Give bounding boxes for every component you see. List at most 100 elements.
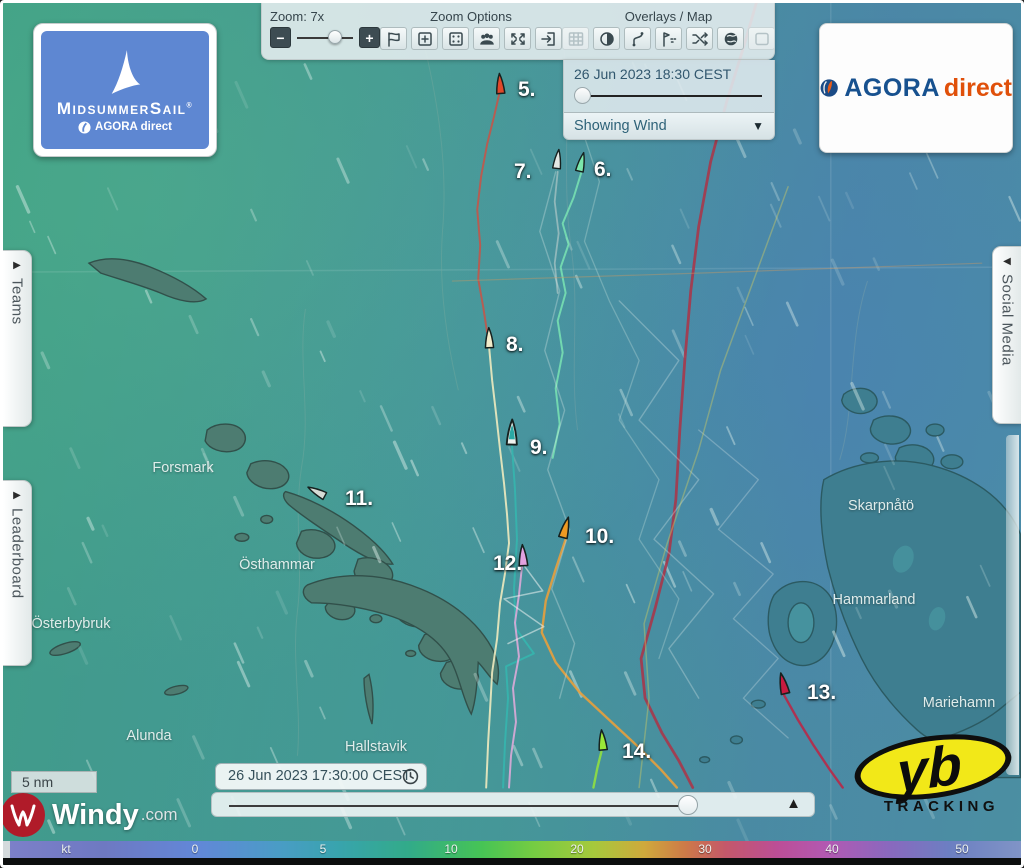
track-faint-orange (452, 263, 981, 281)
overlay-mode-dropdown[interactable]: Showing Wind ▼ (564, 112, 774, 139)
boat-marker[interactable] (518, 544, 528, 565)
track-boat5 (477, 90, 500, 332)
boat-marker[interactable] (495, 73, 505, 94)
midsummersail-title: MidsummerSail® (57, 99, 193, 119)
boat-marker[interactable] (306, 484, 326, 500)
svg-text:yb: yb (893, 732, 963, 805)
legend-tick: 20 (570, 841, 583, 858)
yb-tracking-label: TRACKING (884, 798, 999, 815)
bottom-bar (3, 858, 1021, 865)
legend-tick: 40 (825, 841, 838, 858)
wind-time-slider[interactable] (564, 84, 774, 108)
land-aland (700, 388, 1021, 777)
shuffle-icon[interactable] (686, 27, 713, 50)
agora-direct-logo-card: AGORAdirect (819, 23, 1013, 153)
windy-wordmark: Windy (52, 799, 139, 832)
track-boat14 (593, 752, 601, 788)
legend-tick: 30 (698, 841, 711, 858)
playback-time-label: 26 Jun 2023 17:30:00 CEST (228, 768, 411, 784)
windy-logo[interactable]: Windy .com (5, 792, 178, 838)
zoom-in-button[interactable]: + (359, 27, 380, 48)
leaderboard-tab-label: Leaderboard (9, 508, 26, 599)
map-toolbar: Zoom: 7x − + Zoom Options Overlays / Map (261, 3, 775, 60)
boat-marker[interactable] (553, 149, 563, 169)
windy-logo-icon (0, 792, 46, 838)
wind-time-label: 26 Jun 2023 18:30 CEST (564, 60, 774, 84)
flag-icon[interactable] (380, 27, 407, 50)
track-boat10 (542, 539, 677, 787)
basemap-icon[interactable] (748, 27, 775, 50)
overlays-group: Overlays / Map (562, 9, 775, 55)
zoom-options-label: Zoom Options (430, 9, 512, 24)
legend-grip (3, 841, 10, 858)
chevron-down-icon: ▼ (752, 119, 764, 133)
contrast-icon[interactable] (593, 27, 620, 50)
teams-tab-label: Teams (9, 278, 26, 325)
dice-icon[interactable] (442, 27, 469, 50)
boat-marker[interactable] (597, 730, 607, 751)
wind-time-slider-track (576, 95, 762, 97)
zoom-level-label: Zoom: 7x (270, 9, 324, 24)
legend-tick: 0 (192, 841, 199, 858)
midsummersail-sail-icon (106, 47, 144, 97)
teams-tab[interactable]: ▶ Teams (3, 250, 32, 427)
race-tracker-app: ForsmarkÖsthammarÖsterbybrukAlundaHallst… (0, 0, 1024, 868)
teams-icon[interactable] (473, 27, 500, 50)
overlays-label: Overlays / Map (625, 9, 712, 24)
expand-right-icon: ▶ (13, 260, 21, 271)
midsummersail-logo-card: MidsummerSail® AGORA direct (33, 23, 217, 157)
expand-icon[interactable] (504, 27, 531, 50)
zoom-in-icon[interactable] (411, 27, 438, 50)
midsummersail-partner: AGORA direct (78, 121, 172, 134)
agora-logo-icon (820, 70, 838, 106)
zoom-controls: Zoom: 7x − + (270, 9, 380, 55)
zoom-slider-track (297, 37, 353, 39)
social-media-tab[interactable]: ◀ Social Media (992, 246, 1021, 424)
grid-icon[interactable] (562, 27, 589, 50)
windy-tld: .com (141, 805, 178, 825)
track-faint-yellow (639, 187, 788, 788)
legend-gradient-bar (3, 841, 1021, 858)
zoom-slider-thumb[interactable] (328, 30, 342, 44)
marks-icon[interactable] (655, 27, 682, 50)
track-zigzag-12 (504, 564, 544, 643)
yb-tracking-logo: yb TRACKING (849, 731, 1021, 817)
land-sweden (48, 259, 498, 724)
time-wind-panel: 26 Jun 2023 18:30 CEST Showing Wind ▼ (563, 60, 775, 140)
play-button[interactable]: ▲ (786, 795, 801, 812)
track-boat13 (784, 695, 843, 787)
boat-marker[interactable] (576, 152, 588, 172)
social-media-tab-label: Social Media (999, 274, 1016, 366)
boat-marker[interactable] (777, 672, 790, 694)
boat-markers (306, 73, 790, 750)
follow-icon[interactable] (535, 27, 562, 50)
legend-tick: kt (61, 841, 70, 858)
playback-time-display: 26 Jun 2023 17:30:00 CEST (215, 763, 427, 790)
legend-tick: 5 (320, 841, 327, 858)
legend-tick: 10 (444, 841, 457, 858)
panel-edge-strip (1006, 435, 1019, 775)
agora-wordmark: AGORAdirect (844, 74, 1012, 103)
zoom-slider[interactable] (295, 27, 355, 48)
legend-tick: 50 (955, 841, 968, 858)
playback-slider[interactable]: ▲ (211, 792, 815, 817)
zoom-options-group: Zoom Options (380, 9, 562, 55)
expand-right-icon: ▶ (13, 490, 21, 501)
leaderboard-tab[interactable]: ▶ Leaderboard (3, 480, 32, 666)
track-boat7 (555, 172, 559, 293)
zoom-out-button[interactable]: − (270, 27, 291, 48)
overlay-mode-label: Showing Wind (574, 118, 667, 134)
globe-icon[interactable] (717, 27, 744, 50)
playback-slider-thumb[interactable] (678, 795, 698, 815)
playback-slider-track (229, 805, 686, 807)
wind-speed-legend: kt 0 5 10 20 30 40 50 (3, 841, 1021, 858)
agora-mini-icon (78, 121, 91, 134)
map-scale: 5 nm (11, 771, 97, 793)
clock-icon (402, 768, 419, 785)
boat-marker[interactable] (507, 419, 518, 444)
route-icon[interactable] (624, 27, 651, 50)
track-faint-3 (699, 430, 788, 738)
track-faint-2 (619, 301, 713, 698)
expand-left-icon: ◀ (1003, 256, 1011, 267)
wind-time-slider-thumb[interactable] (574, 87, 591, 104)
